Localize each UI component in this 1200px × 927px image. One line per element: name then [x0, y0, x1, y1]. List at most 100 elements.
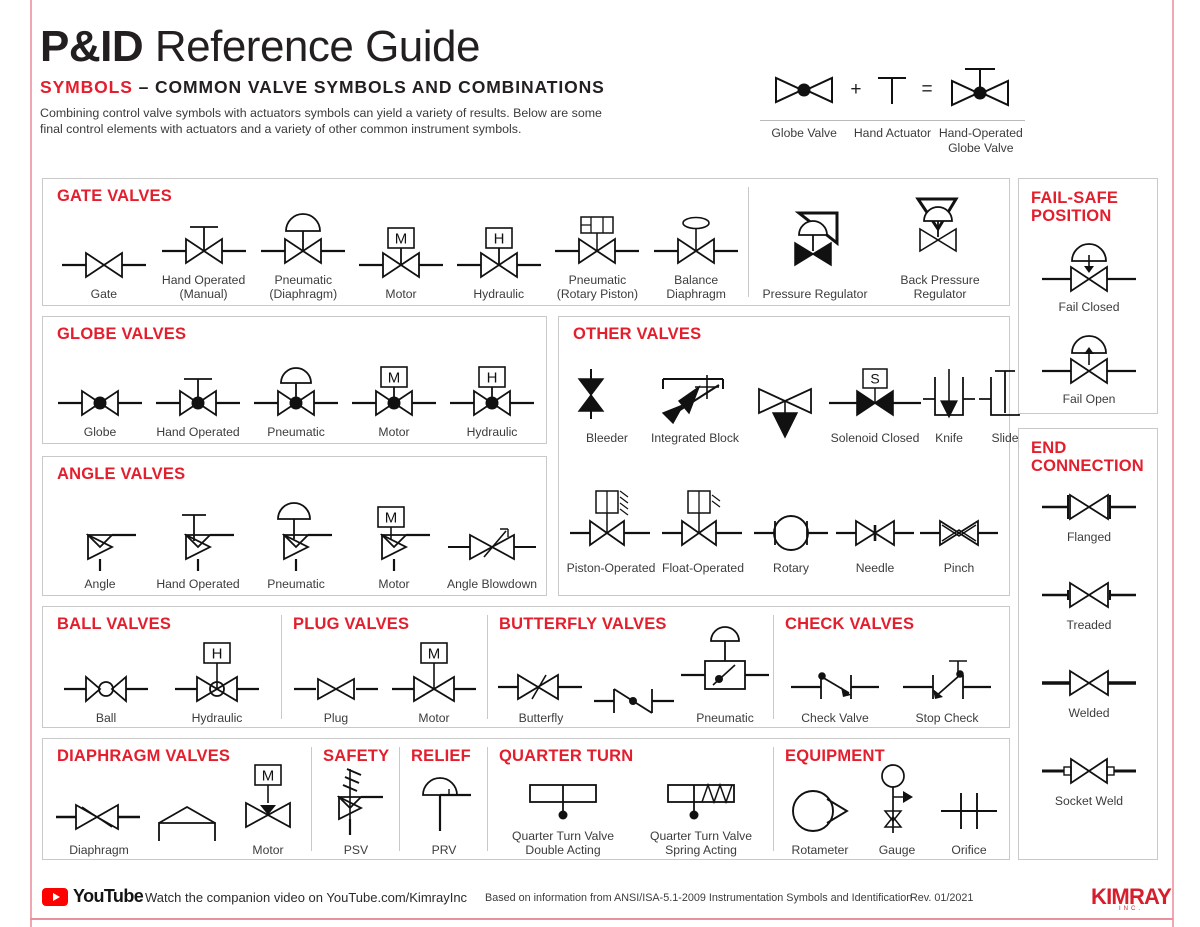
symbol-balance-diaphragm[interactable]: Balance Diaphragm	[647, 211, 745, 301]
symbol-gate-motor[interactable]: M Motor	[352, 225, 450, 301]
panel-title-ball: BALL VALVES	[57, 615, 172, 633]
globe-hand-operated-icon	[150, 365, 246, 421]
symbol-globe-hand-operated[interactable]: Hand Operated	[149, 365, 247, 439]
symbol-prv[interactable]: PRV	[403, 761, 485, 857]
symbol-globe-hydraulic[interactable]: H Hydraulic	[443, 365, 541, 439]
gate-pneumatic-rotary-piston-icon	[549, 211, 645, 269]
symbol-flanged[interactable]: Flanged	[1019, 487, 1159, 544]
symbol-label: Socket Weld	[1054, 794, 1124, 808]
symbol-label: Quarter Turn Valve Spring Acting	[649, 829, 753, 857]
intro-paragraph: Combining control valve symbols with act…	[40, 106, 602, 136]
symbol-label: Pinch	[943, 561, 975, 575]
symbol-pinch[interactable]: Pinch	[917, 483, 1001, 575]
panel-divider-a	[311, 747, 312, 851]
symbol-label: Knife	[935, 431, 963, 445]
symbol-angle-motor[interactable]: M Motor	[345, 505, 443, 591]
symbol-fail-open[interactable]: Fail Open	[1019, 331, 1159, 406]
gate-motor-icon: M	[353, 225, 449, 283]
footer-divider	[30, 918, 1173, 920]
symbol-gate[interactable]: Gate	[55, 225, 153, 301]
symbol-diaphragm[interactable]: Diaphragm	[51, 783, 147, 857]
angle-blowdown-icon	[444, 505, 540, 573]
page-header: P&ID Reference Guide SYMBOLS – COMMON VA…	[40, 22, 760, 137]
symbol-psv[interactable]: PSV	[315, 761, 397, 857]
symbol-globe-pneumatic[interactable]: Pneumatic	[247, 365, 345, 439]
symbol-label: Check Valve	[801, 711, 869, 725]
svg-text:M: M	[395, 231, 408, 248]
symbol-label: Pneumatic	[267, 577, 325, 591]
threaded-end-icon	[1034, 575, 1144, 615]
symbol-angle[interactable]: Angle	[51, 505, 149, 591]
symbol-gauge[interactable]: Gauge	[861, 763, 933, 857]
back-pressure-regulator-icon	[900, 189, 980, 269]
symbol-treaded[interactable]: Treaded	[1019, 575, 1159, 632]
symbol-gate-pneumatic[interactable]: Pneumatic (Diaphragm)	[254, 211, 352, 301]
equals-sign: =	[921, 79, 933, 100]
symbol-gate-hydraulic[interactable]: H Hydraulic	[450, 225, 548, 301]
symbol-angle-hand-operated[interactable]: Hand Operated	[149, 505, 247, 591]
symbol-gate-hand-operated[interactable]: Hand Operated (Manual)	[153, 211, 255, 301]
symbol-label: Plug	[323, 711, 349, 725]
symbol-rotary[interactable]: Rotary	[749, 483, 833, 575]
symbol-label: Fail Open	[1062, 392, 1116, 406]
symbol-butterfly-alt[interactable]	[589, 665, 679, 725]
symbol-welded[interactable]: Welded	[1019, 663, 1159, 720]
globe-valve-items: Globe Hand Operated Pneumatic M Motor H …	[51, 347, 541, 439]
symbol-label: PRV	[431, 843, 457, 857]
solenoid-closed-icon: S	[821, 365, 929, 427]
symbol-rotameter[interactable]: Rotameter	[779, 779, 861, 857]
symbol-quarter-turn-double-acting[interactable]: Quarter Turn Valve Double Acting	[493, 779, 633, 857]
panel-title-globe: GLOBE VALVES	[57, 325, 187, 343]
subtitle-rest: – COMMON VALVE SYMBOLS AND COMBINATIONS	[132, 77, 605, 97]
symbol-bleeder[interactable]: Bleeder	[565, 365, 649, 445]
symbol-label: Quarter Turn Valve Double Acting	[511, 829, 615, 857]
symbol-label: Motor	[378, 425, 410, 439]
symbol-orifice[interactable]: Orifice	[933, 779, 1005, 857]
symbol-plug[interactable]: Plug	[287, 655, 385, 725]
symbol-stop-check[interactable]: Stop Check	[891, 655, 1003, 725]
symbol-fail-closed[interactable]: Fail Closed	[1019, 239, 1159, 314]
plug-motor-icon: M	[386, 642, 482, 707]
equation-block: + = Globe Valve Hand Actuator Hand-Opera…	[760, 62, 1025, 155]
equation-label-globe: Globe Valve	[771, 126, 837, 140]
symbol-pressure-regulator[interactable]: Pressure Regulator	[755, 203, 875, 301]
symbol-socket-weld[interactable]: Socket Weld	[1019, 751, 1159, 808]
symbol-gate-rotary-piston[interactable]: Pneumatic (Rotary Piston)	[548, 211, 648, 301]
revision-text: Rev. 01/2021	[910, 892, 974, 904]
symbol-globe-motor[interactable]: M Motor	[345, 365, 443, 439]
youtube-badge[interactable]: YouTube	[42, 886, 144, 907]
symbol-ball-hydraulic[interactable]: H Hydraulic	[161, 642, 273, 725]
symbol-float-operated[interactable]: Float-Operated	[657, 483, 749, 575]
page-subtitle: SYMBOLS – COMMON VALVE SYMBOLS AND COMBI…	[40, 77, 760, 98]
symbol-label: Rotary	[773, 561, 809, 575]
symbol-solenoid-closed[interactable]: S Solenoid Closed	[829, 365, 921, 445]
symbol-label: Rotameter	[791, 843, 849, 857]
symbol-label: Hand Operated (Manual)	[161, 273, 246, 301]
symbol-back-pressure-regulator[interactable]: Back Pressure Regulator	[875, 189, 1005, 301]
hand-actuator-icon	[872, 70, 912, 110]
svg-text:M: M	[388, 370, 401, 387]
symbol-butterfly[interactable]: Butterfly	[493, 651, 589, 725]
symbol-ball[interactable]: Ball	[51, 655, 161, 725]
symbol-knife[interactable]: Knife	[921, 365, 977, 445]
panel-divider-3	[773, 615, 774, 719]
symbol-quarter-turn-spring-acting[interactable]: Quarter Turn Valve Spring Acting	[633, 779, 769, 857]
globe-valve-icon	[768, 70, 840, 110]
symbol-plug-motor[interactable]: M Motor	[385, 642, 483, 725]
symbol-needle[interactable]: Needle	[833, 483, 917, 575]
symbol-diaphragm-body[interactable]	[147, 797, 227, 857]
symbol-piston-operated[interactable]: Piston-Operated	[565, 483, 657, 575]
symbol-diaphragm-motor[interactable]: M Motor	[227, 763, 309, 857]
symbol-label: Motor	[385, 287, 417, 301]
symbol-globe[interactable]: Globe	[51, 365, 149, 439]
other-valve-items-row1: Bleeder Integrated Block S Solenoid Clos…	[565, 345, 1031, 445]
symbol-integrated-block-alt[interactable]	[741, 379, 829, 445]
welded-end-icon	[1034, 663, 1144, 703]
symbol-angle-blowdown[interactable]: Angle Blowdown	[443, 505, 541, 591]
integrated-block-valve-icon	[649, 365, 741, 427]
symbol-angle-pneumatic[interactable]: Pneumatic	[247, 502, 345, 591]
symbol-check-valve[interactable]: Check Valve	[779, 655, 891, 725]
symbol-integrated-block[interactable]: Integrated Block	[649, 365, 741, 445]
youtube-watch-text: Watch the companion video on YouTube.com…	[145, 890, 468, 905]
symbol-butterfly-pneumatic[interactable]: Pneumatic	[679, 626, 771, 725]
